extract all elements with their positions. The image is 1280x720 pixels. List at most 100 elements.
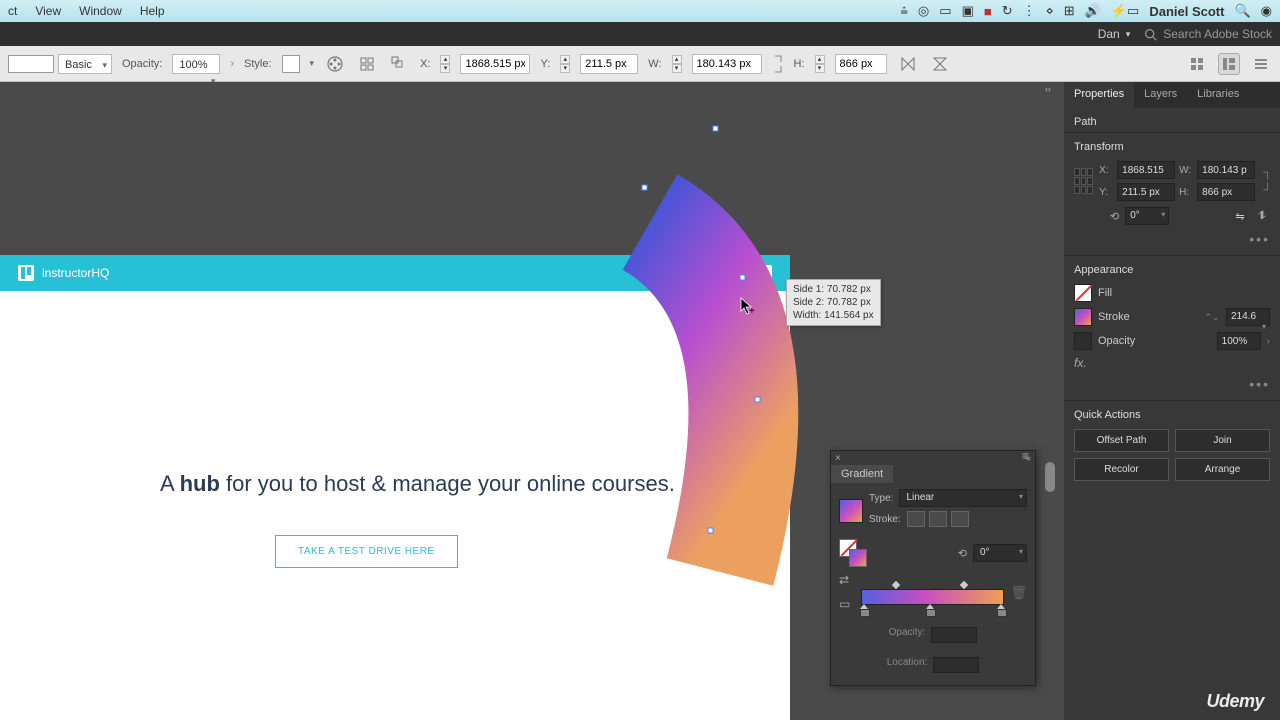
cc-icon[interactable]: ◎ (918, 3, 929, 19)
link-wh-icon[interactable] (772, 54, 784, 74)
display-icon[interactable]: ▭ (939, 3, 951, 19)
y-stepper[interactable]: ▴▾ (560, 55, 570, 73)
divider-icon: ⋮ (1023, 3, 1036, 19)
type-label: Type: (869, 493, 893, 504)
gradient-annotator-icon[interactable]: ▭ (839, 597, 855, 613)
more-options-icon[interactable]: ••• (1074, 376, 1270, 392)
prop-x-input[interactable] (1117, 161, 1175, 179)
chevron-down-icon[interactable]: ▾ (310, 58, 315, 69)
record-icon[interactable]: ■ (984, 4, 992, 19)
mac-user[interactable]: Daniel Scott (1149, 4, 1224, 19)
arrange-button[interactable]: Arrange (1175, 458, 1270, 481)
scrollbar-thumb[interactable] (1045, 462, 1055, 492)
reverse-gradient-icon[interactable]: ⇄ (839, 573, 855, 589)
w-input[interactable] (692, 54, 762, 74)
shape-mode-icon[interactable] (388, 53, 410, 75)
midpoint-diamond[interactable] (960, 581, 968, 589)
canvas-area[interactable]: instructorHQ SIGN UP A hub for you to ho… (0, 82, 1280, 720)
app-user-menu[interactable]: Dan ▾ (1098, 27, 1131, 41)
menu-item[interactable]: Window (79, 4, 122, 18)
prop-w-input[interactable] (1197, 161, 1255, 179)
fill-swatch[interactable] (1074, 284, 1092, 302)
prop-h-input[interactable] (1197, 183, 1255, 201)
fill-stroke-toggle[interactable] (839, 539, 867, 567)
timemachine-icon[interactable]: ↻ (1002, 3, 1013, 19)
tab-layers[interactable]: Layers (1134, 82, 1187, 108)
delete-stop-icon[interactable]: 🗑 (1010, 585, 1027, 601)
join-button[interactable]: Join (1175, 429, 1270, 452)
siri-icon[interactable]: ◉ (1261, 3, 1272, 19)
stroke-preview[interactable] (8, 55, 54, 73)
x-stepper[interactable]: ▴▾ (440, 55, 450, 73)
prop-y-input[interactable] (1117, 183, 1175, 201)
stop-location-input[interactable] (933, 657, 979, 673)
gradient-preview[interactable] (839, 499, 863, 523)
menu-item[interactable]: Help (140, 4, 165, 18)
wifi-icon[interactable]: ⋄ (1046, 3, 1054, 19)
stroke-within-icon[interactable] (907, 511, 925, 527)
artboard[interactable]: instructorHQ SIGN UP A hub for you to ho… (0, 255, 790, 720)
offset-path-button[interactable]: Offset Path (1074, 429, 1169, 452)
stroke-swatch[interactable] (1074, 308, 1092, 326)
y-input[interactable] (580, 54, 638, 74)
panel-layout-icon[interactable] (1218, 53, 1240, 75)
close-icon[interactable]: × (835, 453, 841, 464)
stroke-across-icon[interactable] (951, 511, 969, 527)
stroke-weight-dropdown[interactable]: 214.6 (1226, 308, 1270, 326)
battery-icon[interactable]: ⚡▭ (1111, 3, 1139, 19)
midpoint-diamond[interactable] (892, 581, 900, 589)
cta-button[interactable]: TAKE A TEST DRIVE HERE (275, 535, 458, 568)
align-icon[interactable] (356, 53, 378, 75)
spotlight-icon[interactable]: 🔍 (1234, 3, 1250, 19)
prop-opacity-input[interactable] (1217, 332, 1261, 350)
stock-search[interactable]: Search Adobe Stock (1144, 27, 1272, 41)
w-stepper[interactable]: ▴▾ (672, 55, 682, 73)
reference-point-grid[interactable] (1074, 168, 1093, 194)
chevron-right-icon[interactable]: › (1267, 336, 1270, 347)
tab-libraries[interactable]: Libraries (1187, 82, 1249, 108)
opacity-dropdown[interactable]: 100% (172, 54, 220, 74)
menu-item[interactable]: ct (8, 4, 17, 18)
canvas-scrollbar[interactable]: ‹‹ (1042, 82, 1058, 720)
stop-opacity-input[interactable] (931, 627, 977, 643)
dropbox-icon[interactable]: ⩮ (900, 3, 908, 19)
gradient-ramp[interactable] (861, 589, 1004, 605)
angle-dropdown[interactable]: 0° (973, 544, 1027, 562)
prop-x-label: X: (1099, 165, 1113, 176)
flip-v-icon[interactable]: ⥮ (1254, 208, 1270, 224)
signup-button[interactable]: SIGN UP (700, 265, 772, 282)
x-input[interactable] (460, 54, 530, 74)
grid-icon[interactable]: ⊞ (1064, 3, 1075, 19)
h-input[interactable] (835, 54, 887, 74)
chevron-right-icon[interactable]: › (230, 58, 234, 70)
rotate-dropdown[interactable]: 0° (1125, 207, 1169, 225)
recolor-button[interactable]: Recolor (1074, 458, 1169, 481)
color-stop[interactable] (926, 604, 934, 614)
stroke-stepper[interactable]: ⌃⌄ (1204, 309, 1220, 325)
color-stop[interactable] (860, 604, 868, 614)
stroke-along-icon[interactable] (929, 511, 947, 527)
grid-layout-icon[interactable] (1186, 53, 1208, 75)
chevron-left-icon[interactable]: ‹‹ (1045, 84, 1051, 94)
flip-h-icon[interactable]: ⇋ (1232, 208, 1248, 224)
flip-v-icon[interactable] (929, 53, 951, 75)
color-stop[interactable] (997, 604, 1005, 614)
link-wh-icon[interactable] (1261, 165, 1270, 197)
recolor-icon[interactable] (324, 53, 346, 75)
fx-icon[interactable]: fx. (1074, 356, 1087, 370)
menu-item[interactable]: View (35, 4, 61, 18)
volume-icon[interactable]: 🔊 (1085, 3, 1101, 19)
flip-h-icon[interactable] (897, 53, 919, 75)
style-swatch[interactable] (282, 55, 300, 73)
list-layout-icon[interactable] (1250, 53, 1272, 75)
collapse-icon[interactable]: « (1026, 453, 1031, 463)
gradient-type-dropdown[interactable]: Linear (899, 489, 1027, 507)
opacity-swatch[interactable] (1074, 332, 1092, 350)
h-stepper[interactable]: ▴▾ (815, 55, 825, 73)
stroke-profile-dropdown[interactable]: Basic (58, 54, 112, 74)
gradient-tab[interactable]: Gradient (831, 465, 893, 483)
h-label: H: (794, 58, 805, 70)
tab-properties[interactable]: Properties (1064, 82, 1134, 108)
screenflow-icon[interactable]: ▣ (962, 3, 974, 19)
more-options-icon[interactable]: ••• (1074, 231, 1270, 247)
